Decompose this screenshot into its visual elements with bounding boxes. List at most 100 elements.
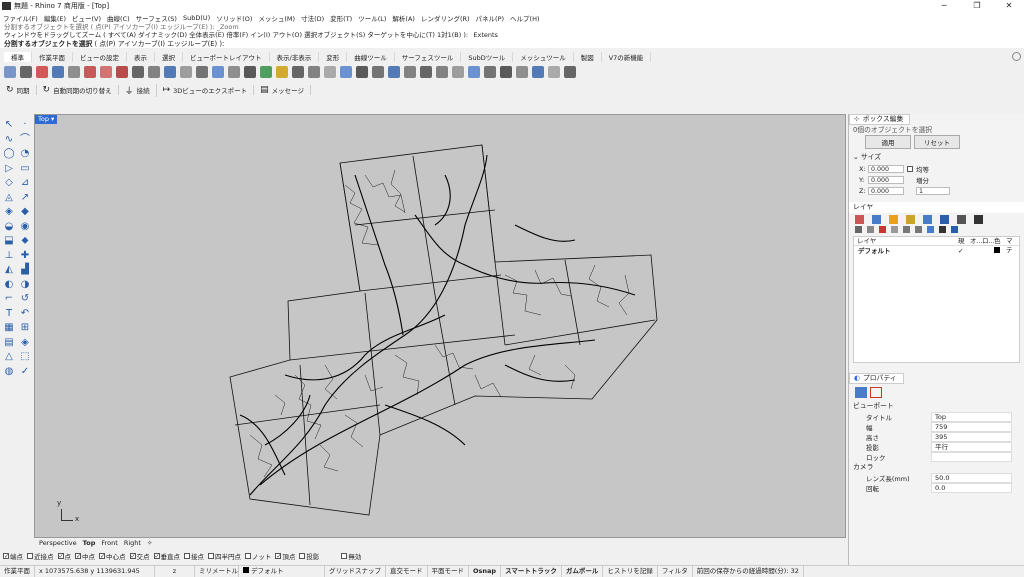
toolbar-button-icon[interactable] — [484, 66, 496, 78]
osnap-8[interactable]: 四半円点 — [208, 551, 241, 561]
osnap-checkbox[interactable]: ✓ — [57, 553, 64, 560]
osnap-checkbox[interactable]: ✓ — [275, 553, 281, 560]
toolbar-button-icon[interactable] — [500, 66, 512, 78]
camera-icon[interactable] — [855, 387, 867, 398]
tool-icon[interactable]: ◐ — [2, 278, 16, 291]
property-value[interactable]: 50.0 — [931, 473, 1012, 483]
toolbar-button-icon[interactable] — [404, 66, 416, 78]
toolbar-button-icon[interactable] — [164, 66, 176, 78]
layer-col-on[interactable]: オ... — [970, 237, 983, 245]
osnap-10[interactable]: ✓ 頂点 — [275, 551, 295, 561]
toolbar-button-icon[interactable] — [244, 66, 256, 78]
toolbar-button-icon[interactable] — [20, 66, 32, 78]
toolbar-button-icon[interactable] — [292, 66, 304, 78]
toolbar-tab[interactable]: 標準 — [4, 52, 32, 62]
toolbar-button-icon[interactable] — [372, 66, 384, 78]
menu-item[interactable]: ヘルプ(H) — [510, 13, 539, 23]
osnap-6[interactable]: ✓ 垂直点 — [153, 551, 180, 561]
toolbar-button-icon[interactable] — [180, 66, 192, 78]
toolbar-tab[interactable]: サーフェスツール — [395, 52, 462, 62]
layer-col-material[interactable]: マテ — [1006, 237, 1018, 254]
menu-item[interactable]: ファイル(F) — [3, 13, 38, 23]
tool-icon[interactable]: ◯ — [2, 147, 16, 160]
tool-icon[interactable]: ◉ — [18, 220, 32, 233]
toolbar-button-icon[interactable] — [260, 66, 272, 78]
increment-field[interactable]: 1 — [916, 186, 950, 195]
viewport-top[interactable]: Top ▾ y x — [34, 114, 846, 538]
tool-icon[interactable]: ✓ — [18, 365, 32, 378]
tool-icon[interactable]: ⊞ — [18, 321, 32, 334]
action-button[interactable]: ▤ メッセージ — [260, 85, 311, 95]
toolbar-button-icon[interactable] — [468, 66, 480, 78]
property-value[interactable]: 0.0 — [931, 483, 1012, 493]
tool-icon[interactable]: ⊥ — [2, 249, 16, 262]
tool-icon[interactable]: ↶ — [18, 307, 32, 320]
layer-tool-icon[interactable] — [957, 215, 966, 224]
reset-button[interactable]: リセット — [914, 135, 960, 149]
layer-tool-icon[interactable] — [927, 226, 934, 233]
action-button[interactable]: ↦ 3Dビューのエクスポート — [163, 85, 255, 95]
menu-item[interactable]: 変形(T) — [330, 13, 352, 23]
osnap-11[interactable]: 投影 — [299, 551, 319, 561]
view-tab[interactable]: Right — [124, 539, 141, 547]
tool-icon[interactable]: △ — [2, 350, 16, 363]
maximize-button[interactable]: ❐ — [962, 0, 992, 12]
menu-item[interactable]: 解析(A) — [392, 13, 415, 23]
layer-on-icon[interactable] — [970, 246, 982, 256]
toolbar-button-icon[interactable] — [356, 66, 368, 78]
tool-icon[interactable]: ▦ — [2, 321, 16, 334]
layer-col-color[interactable]: 色 — [994, 237, 1006, 245]
layer-lock-icon[interactable] — [982, 246, 994, 256]
osnap-5[interactable]: ✓ 交点 — [129, 551, 150, 561]
toolbar-button-icon[interactable] — [228, 66, 240, 78]
toolbar-button-icon[interactable] — [68, 66, 80, 78]
toolbar-tab[interactable]: 変形 — [319, 52, 348, 62]
osnap-checkbox[interactable]: ✓ — [99, 553, 105, 560]
tool-icon[interactable]: ◬ — [2, 191, 16, 204]
toolbar-button-icon[interactable] — [36, 66, 48, 78]
toolbar-button-icon[interactable] — [100, 66, 112, 78]
property-value[interactable]: 759 — [931, 422, 1012, 432]
command-prompt[interactable]: 分割するオブジェクトを選択 ( 点(P) アイソカーブ(I) エッジループ(E)… — [0, 38, 1024, 48]
tool-icon[interactable]: ◆ — [18, 205, 32, 218]
tool-icon[interactable]: ◈ — [18, 336, 32, 349]
toolbar-button-icon[interactable] — [564, 66, 576, 78]
toolbar-button-icon[interactable] — [516, 66, 528, 78]
status-osnap[interactable]: Osnap — [469, 565, 502, 577]
osnap-checkbox[interactable]: ✓ — [75, 553, 81, 560]
toolbar-tab[interactable]: 製図 — [574, 52, 602, 62]
tool-icon[interactable]: · — [18, 118, 32, 131]
layer-tool-icon[interactable] — [951, 226, 958, 233]
menu-item[interactable]: パネル(P) — [476, 13, 505, 23]
tool-icon[interactable]: ◈ — [2, 205, 16, 218]
status-layer[interactable]: デフォルト — [239, 565, 325, 577]
tool-icon[interactable]: ⌐ — [2, 292, 16, 305]
osnap-7[interactable]: 接点 — [184, 551, 204, 561]
osnap-0[interactable]: ✓ 端点 — [3, 551, 23, 561]
layer-col-lock[interactable]: ロ... — [982, 237, 995, 245]
toolbar-button-icon[interactable] — [308, 66, 320, 78]
menu-item[interactable]: SubD(U) — [183, 14, 210, 22]
layer-tool-icon[interactable] — [867, 226, 874, 233]
osnap-checkbox[interactable] — [341, 553, 348, 559]
toolbar-button-icon[interactable] — [276, 66, 288, 78]
tool-icon[interactable]: ↗ — [18, 191, 32, 204]
layer-tool-icon[interactable] — [891, 226, 898, 233]
menu-item[interactable]: 編集(E) — [44, 13, 66, 23]
view-tab[interactable]: Perspective — [39, 539, 77, 547]
tool-icon[interactable]: ⊿ — [18, 176, 32, 189]
status-units[interactable]: ミリメートル — [195, 565, 239, 577]
layer-tool-icon[interactable] — [872, 215, 881, 224]
size-section[interactable]: ⌄ サイズ — [849, 152, 1024, 163]
osnap-9[interactable]: ノット — [245, 551, 271, 561]
tool-icon[interactable]: ▟ — [18, 263, 32, 276]
toolbar-button-icon[interactable] — [148, 66, 160, 78]
toolbar-button-icon[interactable] — [132, 66, 144, 78]
layer-tool-icon[interactable] — [855, 226, 862, 233]
osnap-3[interactable]: ✓ 中点 — [75, 551, 95, 561]
toolbar-tab[interactable]: V7の新機能 — [602, 52, 652, 62]
status-filter[interactable]: フィルタ — [658, 565, 693, 577]
menu-item[interactable]: 曲線(C) — [107, 13, 130, 23]
osnap-1[interactable]: 近接点 — [27, 551, 54, 561]
tool-icon[interactable]: ▷ — [2, 162, 16, 175]
